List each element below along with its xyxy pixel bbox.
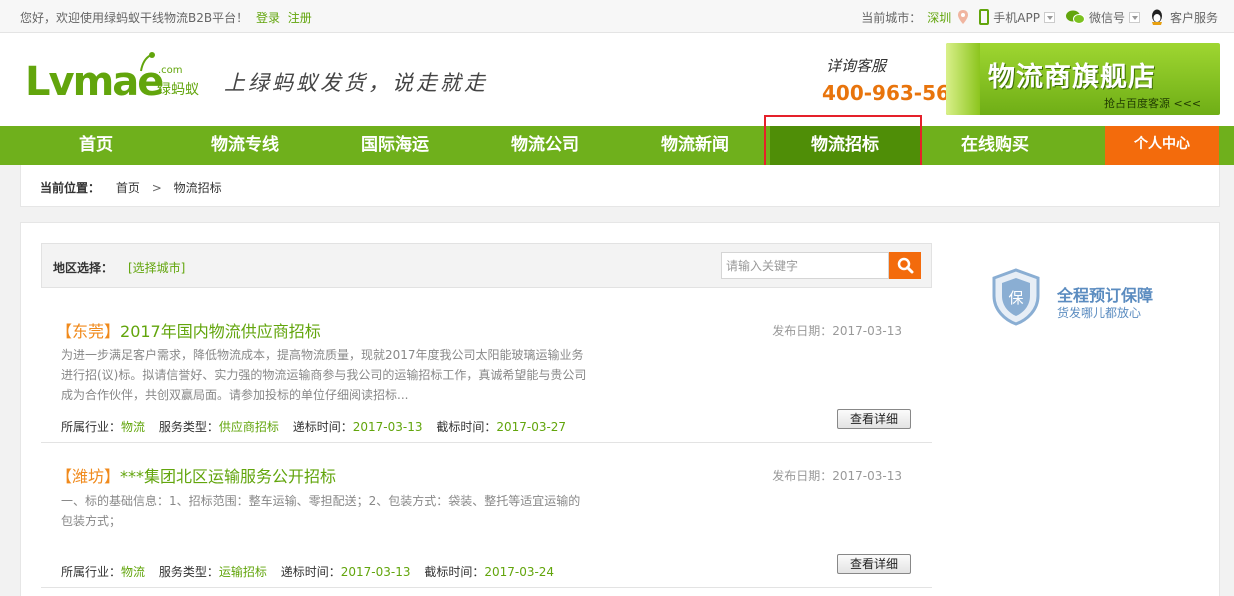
keyword-search-input[interactable] xyxy=(721,252,889,279)
industry-value: 物流 xyxy=(121,420,146,434)
main-panel: 地区选择： [选择城市] 【东莞】2017年国内物流供应商招标 发布日期：201… xyxy=(20,222,1220,596)
listing-region: 【东莞】 xyxy=(56,322,121,341)
welcome-message: 您好，欢迎使用绿蚂蚁干线物流B2B平台！ xyxy=(20,11,249,25)
service-type-label: 服务类型： xyxy=(158,420,219,434)
wechat-label: 微信号 xyxy=(1088,10,1125,25)
breadcrumb-home[interactable]: 首页 xyxy=(116,181,140,195)
listing-title[interactable]: 【潍坊】***集团北区运输服务公开招标 xyxy=(56,463,336,487)
breadcrumb-separator: > xyxy=(151,181,162,195)
region-filter-bar: 地区选择： [选择城市] xyxy=(41,243,932,288)
customer-service-link[interactable]: 客户服务 xyxy=(1150,9,1218,26)
nav-item-logistics-lines[interactable]: 物流专线 xyxy=(185,126,305,165)
logo-chinese: 绿蚂蚁 xyxy=(157,82,199,98)
shield-icon-text: 保 xyxy=(1008,289,1023,307)
service-type-value: 运输招标 xyxy=(218,565,267,579)
deadline-label: 截标时间： xyxy=(424,565,485,579)
wechat-icon xyxy=(1065,10,1085,24)
register-link[interactable]: 注册 xyxy=(288,11,312,25)
listing-description: 一、标的基础信息：1、招标范围：整车运输、零担配送；2、包装方式：袋装、整托等适… xyxy=(61,491,591,531)
mobile-app-label: 手机APP xyxy=(993,10,1040,25)
deadline-value: 2017-03-27 xyxy=(496,420,567,434)
nav-item-logistics-news[interactable]: 物流新闻 xyxy=(635,126,755,165)
site-logo[interactable]: Lvmae .com 绿蚂蚁 xyxy=(25,52,210,111)
listing-description: 为进一步满足客户需求，降低物流成本，提高物流质量，现就2017年度我公司太阳能玻… xyxy=(61,345,591,405)
service-type-value: 供应商招标 xyxy=(218,420,279,434)
wechat-menu[interactable]: 微信号 xyxy=(1065,9,1140,26)
breadcrumb: 当前位置： 首页 > 物流招标 xyxy=(20,165,1220,207)
location-pin-icon xyxy=(958,10,969,24)
guarantee-subtitle: 货发哪儿都放心 xyxy=(1057,306,1142,320)
submit-time-value: 2017-03-13 xyxy=(352,420,423,434)
banner-title: 物流商旗舰店 xyxy=(988,62,1156,93)
description-line: 一、标的基础信息：1、招标范围：整车运输、零担配送；2、包装方式：袋装、整托等适… xyxy=(61,494,581,508)
listing-date: 发布日期：2017-03-13 xyxy=(772,469,902,483)
search-button[interactable] xyxy=(889,252,921,279)
deadline-label: 截标时间： xyxy=(436,420,497,434)
select-city-link[interactable]: [选择城市] xyxy=(128,259,185,276)
nav-item-online-purchase[interactable]: 在线购买 xyxy=(935,126,1055,165)
phone-icon xyxy=(979,9,990,25)
chevron-down-icon xyxy=(1128,11,1140,23)
banner-subtitle: 抢占百度客源 <<< xyxy=(1104,97,1202,110)
industry-label: 所属行业： xyxy=(61,420,122,434)
description-line: 为进一步满足客户需求，降低物流成本，提高物流质量，现就2017年度我公司太阳能玻… xyxy=(61,348,584,362)
slogan: 上绿蚂蚁发货，说走就走 xyxy=(224,71,488,95)
shield-icon: 保 xyxy=(992,268,1040,326)
listing-date: 发布日期：2017-03-13 xyxy=(772,324,902,338)
logo-com: .com xyxy=(158,65,183,76)
description-line: 包装方式； xyxy=(61,514,122,528)
guarantee-title: 全程预订保障 xyxy=(1057,286,1154,305)
listing-region: 【潍坊】 xyxy=(56,467,121,486)
current-city-link[interactable]: 深圳 xyxy=(927,9,951,26)
deadline-value: 2017-03-24 xyxy=(484,565,555,579)
main-nav: 首页 物流专线 国际海运 物流公司 物流新闻 物流招标 在线购买 个人中心 xyxy=(0,126,1234,165)
qq-penguin-icon xyxy=(1151,9,1162,25)
search-icon xyxy=(897,257,914,274)
list-item: 【潍坊】***集团北区运输服务公开招标 发布日期：2017-03-13 一、标的… xyxy=(41,458,932,588)
nav-item-international-shipping[interactable]: 国际海运 xyxy=(335,126,455,165)
site-header: Lvmae .com 绿蚂蚁 上绿蚂蚁发货，说走就走 详询客服 400-963-… xyxy=(0,33,1234,126)
mobile-app-menu[interactable]: 手机APP xyxy=(979,9,1055,26)
personal-center-button[interactable]: 个人中心 xyxy=(1105,126,1219,165)
breadcrumb-label: 当前位置： xyxy=(40,181,101,195)
leaf-graphic xyxy=(946,43,980,115)
top-bar-right: 当前城市： 深圳 手机APP 微信号 客户服务 xyxy=(861,7,1218,27)
listing-meta: 所属行业：物流 服务类型：供应商招标 递标时间：2017-03-13 截标时间：… xyxy=(61,418,576,435)
booking-guarantee: 保 全程预订保障 货发哪儿都放心 xyxy=(991,268,1191,328)
login-link[interactable]: 登录 xyxy=(256,11,280,25)
nav-item-logistics-companies[interactable]: 物流公司 xyxy=(485,126,605,165)
listing-title-text: ***集团北区运输服务公开招标 xyxy=(120,467,337,486)
list-item: 【东莞】2017年国内物流供应商招标 发布日期：2017-03-13 为进一步满… xyxy=(41,313,932,443)
description-line: 进行招(议)标。拟请信誉好、实力强的物流运输商参与我公司的运输招标工作，真诚希望… xyxy=(61,368,587,382)
welcome-text: 您好，欢迎使用绿蚂蚁干线物流B2B平台！ 登录 注册 xyxy=(20,9,312,26)
city-label: 当前城市： xyxy=(861,10,922,25)
hotline-label: 详询客服 xyxy=(826,57,887,75)
listing-title-text: 2017年国内物流供应商招标 xyxy=(120,322,321,341)
industry-label: 所属行业： xyxy=(61,565,122,579)
view-details-button[interactable]: 查看详细 xyxy=(837,554,911,574)
industry-value: 物流 xyxy=(121,565,146,579)
submit-time-label: 递标时间： xyxy=(292,420,353,434)
service-type-label: 服务类型： xyxy=(158,565,219,579)
listing-meta: 所属行业：物流 服务类型：运输招标 递标时间：2017-03-13 截标时间：2… xyxy=(61,563,564,580)
region-label: 地区选择： xyxy=(53,261,114,275)
submit-time-value: 2017-03-13 xyxy=(340,565,411,579)
breadcrumb-current: 物流招标 xyxy=(173,181,222,195)
flagship-store-banner[interactable]: 物流商旗舰店 抢占百度客源 <<< xyxy=(946,43,1220,115)
customer-service-label: 客户服务 xyxy=(1169,10,1218,25)
nav-item-home[interactable]: 首页 xyxy=(36,126,156,165)
description-line: 成为合作伙伴，共创双赢局面。请参加投标的单位仔细阅读招标... xyxy=(61,388,409,402)
view-details-button[interactable]: 查看详细 xyxy=(837,409,911,429)
listing-title[interactable]: 【东莞】2017年国内物流供应商招标 xyxy=(56,318,321,342)
submit-time-label: 递标时间： xyxy=(280,565,341,579)
top-bar: 您好，欢迎使用绿蚂蚁干线物流B2B平台！ 登录 注册 当前城市： 深圳 手机AP… xyxy=(0,0,1234,33)
chevron-down-icon xyxy=(1043,11,1055,23)
